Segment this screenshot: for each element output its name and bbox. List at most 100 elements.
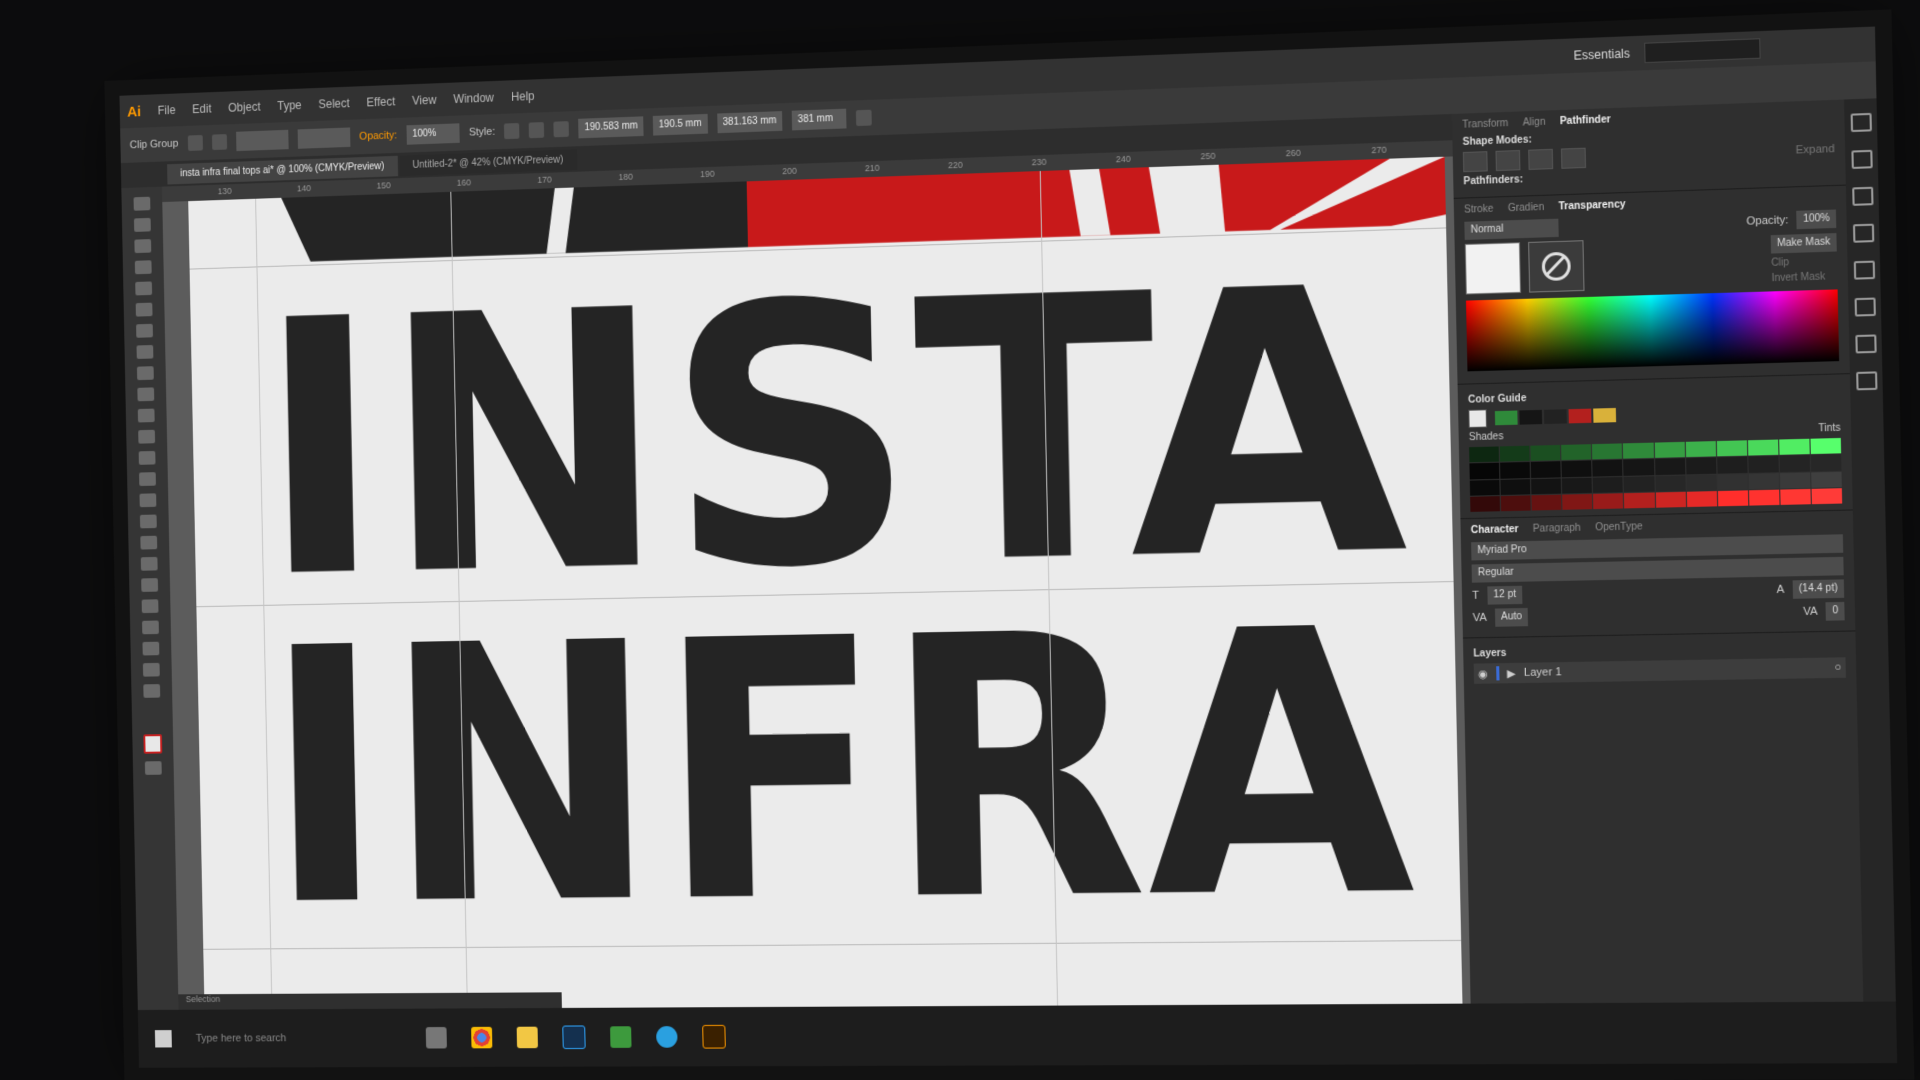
- zoom-tool-icon[interactable]: [143, 684, 161, 698]
- swatches-icon[interactable]: [1853, 260, 1875, 280]
- stroke-weight-field[interactable]: [235, 129, 289, 152]
- shade-swatch[interactable]: [1779, 438, 1810, 456]
- brush-field[interactable]: [297, 127, 351, 149]
- x-field[interactable]: 190.583 mm: [578, 116, 644, 139]
- shade-swatch[interactable]: [1748, 472, 1780, 490]
- menu-window[interactable]: Window: [453, 91, 494, 106]
- pencil-tool-icon[interactable]: [136, 366, 154, 381]
- color-icon[interactable]: [1854, 297, 1876, 317]
- shade-swatch[interactable]: [1623, 442, 1654, 459]
- artboard[interactable]: INSTA INFRA: [188, 156, 1463, 1010]
- artboard-tool-icon[interactable]: [142, 641, 160, 656]
- width-field[interactable]: 381.163 mm: [716, 111, 783, 134]
- shade-swatch[interactable]: [1685, 441, 1716, 458]
- tab-gradient[interactable]: Gradien: [1508, 202, 1545, 214]
- eraser-tool-icon[interactable]: [137, 387, 155, 402]
- color-spectrum[interactable]: [1465, 289, 1840, 372]
- kerning-field[interactable]: Auto: [1494, 607, 1529, 627]
- menu-effect[interactable]: Effect: [366, 95, 395, 110]
- tab-transparency[interactable]: Transparency: [1558, 199, 1625, 212]
- align-icon[interactable]: [529, 122, 545, 139]
- shade-swatch[interactable]: [1810, 437, 1842, 455]
- tab-opentype[interactable]: OpenType: [1595, 521, 1643, 533]
- stroke-swatch-icon[interactable]: [211, 134, 227, 151]
- harmony-swatch[interactable]: [1494, 410, 1518, 426]
- font-size-field[interactable]: 12 pt: [1487, 585, 1523, 605]
- shade-swatch[interactable]: [1530, 461, 1561, 478]
- menu-help[interactable]: Help: [511, 89, 535, 104]
- shade-swatch[interactable]: [1811, 471, 1842, 488]
- shade-swatch[interactable]: [1592, 443, 1623, 460]
- shade-swatch[interactable]: [1499, 445, 1530, 462]
- screen-mode-icon[interactable]: [144, 761, 162, 775]
- tab-untitled-2[interactable]: Untitled-2* @ 42% (CMYK/Preview): [399, 148, 577, 176]
- appearance-icon[interactable]: [1854, 334, 1877, 354]
- shade-swatch[interactable]: [1811, 487, 1843, 505]
- gradient-tool-icon[interactable]: [140, 535, 158, 550]
- tab-character[interactable]: Character: [1471, 524, 1519, 536]
- symbols-icon[interactable]: [1851, 186, 1874, 206]
- shade-swatch[interactable]: [1685, 457, 1717, 474]
- expand-button[interactable]: Expand: [1795, 143, 1834, 157]
- shade-swatch[interactable]: [1654, 474, 1686, 492]
- shade-swatch[interactable]: [1655, 491, 1686, 508]
- taskbar-search-input[interactable]: Type here to search: [196, 1032, 402, 1045]
- style-swatch-icon[interactable]: [504, 122, 520, 140]
- tab-paragraph[interactable]: Paragraph: [1533, 523, 1581, 535]
- shade-swatch[interactable]: [1716, 440, 1747, 457]
- shade-swatch[interactable]: [1810, 454, 1842, 471]
- shade-swatch[interactable]: [1561, 460, 1592, 477]
- clip-checkbox[interactable]: Clip: [1771, 256, 1837, 269]
- graph-tool-icon[interactable]: [142, 620, 159, 635]
- shade-swatch[interactable]: [1654, 458, 1685, 475]
- shade-swatch[interactable]: [1747, 439, 1779, 456]
- shade-swatch[interactable]: [1531, 477, 1562, 495]
- shade-swatch[interactable]: [1623, 459, 1654, 476]
- shade-swatch[interactable]: [1592, 459, 1623, 477]
- minus-front-button[interactable]: [1495, 149, 1521, 172]
- shade-swatch[interactable]: [1716, 456, 1748, 474]
- isolate-icon[interactable]: [855, 109, 872, 127]
- intersect-button[interactable]: [1528, 148, 1554, 170]
- opacity-label[interactable]: Opacity:: [359, 130, 397, 143]
- harmony-swatch[interactable]: [1568, 408, 1592, 424]
- file-explorer-icon[interactable]: [516, 1026, 538, 1049]
- shade-swatch[interactable]: [1748, 489, 1780, 506]
- task-view-icon[interactable]: [425, 1027, 447, 1049]
- shade-swatch[interactable]: [1717, 473, 1748, 490]
- distribute-icon[interactable]: [553, 121, 570, 138]
- hand-tool-icon[interactable]: [142, 662, 160, 677]
- tab-align[interactable]: Align: [1523, 117, 1546, 129]
- free-transform-tool-icon[interactable]: [139, 472, 156, 487]
- height-field[interactable]: 381 mm: [791, 108, 847, 131]
- mesh-tool-icon[interactable]: [139, 514, 157, 529]
- rotate-tool-icon[interactable]: [137, 408, 155, 423]
- tab-transform[interactable]: Transform: [1462, 118, 1508, 131]
- app-icon[interactable]: [610, 1026, 632, 1048]
- harmony-swatch[interactable]: [1593, 407, 1617, 423]
- shade-swatch[interactable]: [1623, 475, 1655, 492]
- shade-swatch[interactable]: [1562, 477, 1593, 494]
- shade-swatch[interactable]: [1469, 479, 1500, 496]
- shade-swatch[interactable]: [1593, 492, 1624, 510]
- shade-swatch[interactable]: [1500, 462, 1531, 479]
- symbol-sprayer-tool-icon[interactable]: [141, 599, 159, 614]
- shade-swatch[interactable]: [1531, 494, 1562, 511]
- leading-field[interactable]: (14.4 pt): [1792, 579, 1845, 599]
- make-mask-button[interactable]: Make Mask: [1770, 233, 1837, 254]
- y-field[interactable]: 190.5 mm: [652, 113, 708, 136]
- type-tool-icon[interactable]: [135, 281, 153, 296]
- menu-file[interactable]: File: [158, 103, 176, 117]
- menu-select[interactable]: Select: [318, 96, 350, 111]
- windows-start-icon[interactable]: [154, 1030, 172, 1048]
- shade-swatch[interactable]: [1500, 478, 1531, 495]
- font-family-select[interactable]: Myriad Pro: [1471, 534, 1844, 561]
- rectangle-tool-icon[interactable]: [136, 323, 153, 338]
- shade-swatch[interactable]: [1780, 488, 1811, 505]
- fill-swatch-icon[interactable]: [187, 134, 203, 151]
- eyedropper-tool-icon[interactable]: [140, 556, 158, 571]
- artboards-icon[interactable]: [1855, 371, 1877, 391]
- no-mask-icon[interactable]: [1528, 240, 1585, 293]
- layer-name[interactable]: Layer 1: [1524, 666, 1562, 679]
- base-color-swatch[interactable]: [1468, 409, 1488, 428]
